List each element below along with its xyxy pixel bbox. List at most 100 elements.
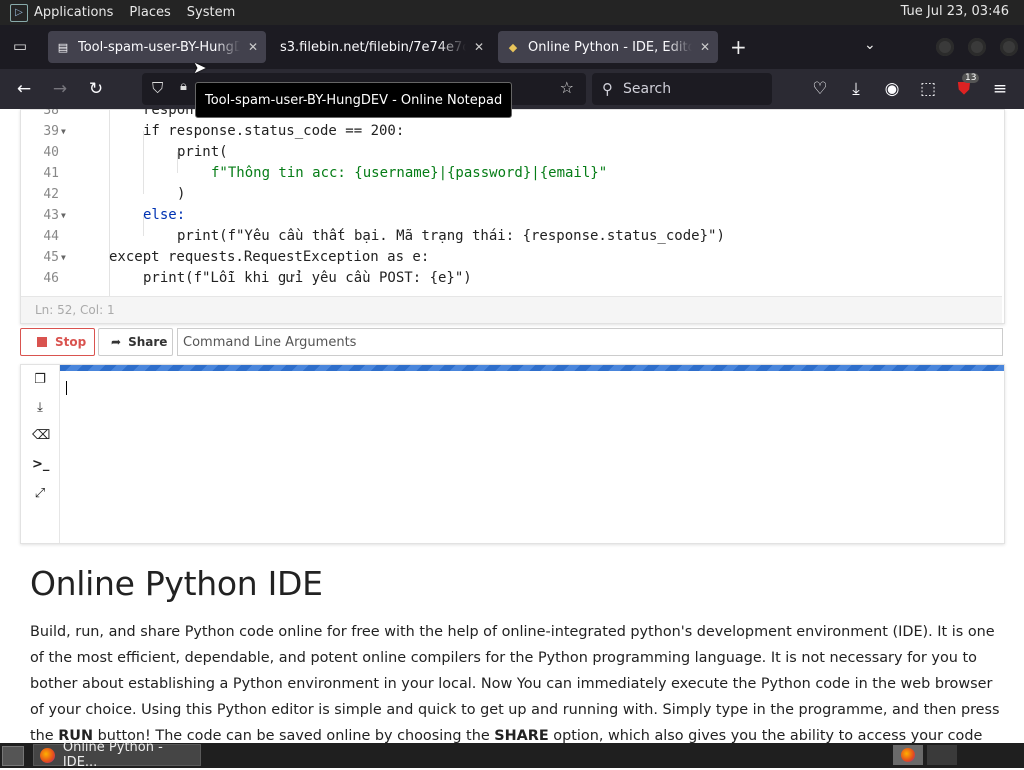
code-line: 45 ▼ except requests.RequestException as… [21,247,1001,268]
article-section: Online Python IDE Build, run, and share … [30,564,1000,743]
tab-online-python[interactable]: ◆ Online Python - IDE, Editor, Compiler … [498,31,718,63]
share-arrow-icon: ➦ [111,335,122,349]
tab-close-icon[interactable]: ✕ [474,40,484,54]
search-icon: ⚲ [602,80,613,98]
show-desktop-icon[interactable] [2,746,24,766]
terminal-icon[interactable]: >_ [32,457,49,473]
editor-status-line: Ln: 52, Col: 1 [21,296,1002,323]
running-progress-bar [60,365,1004,371]
command-line-arguments-input[interactable] [177,328,1003,356]
extension-badge: 13 [962,73,980,83]
back-arrow-icon[interactable]: ← [13,79,35,101]
code-line: 43 ▼ else: [21,205,1001,226]
code-line: 42 ) [21,184,1001,205]
tab-filebin[interactable]: s3.filebin.net/filebin/7e74e7c0d ✕ [272,31,492,63]
lock-icon[interactable]: 🔒︎ [180,79,187,94]
python-ide-icon: ◆ [508,40,518,54]
new-tab-plus-icon[interactable]: + [730,35,747,59]
code-text: print(f"Lỗi khi gửi yêu cầu POST: {e}") [143,270,472,286]
expand-icon[interactable]: ⤢ [32,486,48,502]
code-text: else: [143,207,186,223]
account-icon[interactable]: ◉ [881,79,903,101]
line-number: 43 [43,208,59,223]
tab-tooltip: Tool-spam-user-BY-HungDEV - Online Notep… [195,82,513,118]
line-number: 45 [43,250,59,265]
shield-icon[interactable]: ⛉ [152,79,163,97]
copy-icon[interactable]: ❐ [32,372,48,388]
mouse-cursor-icon: ➤ [193,58,207,77]
notepad-icon: ▤ [57,40,69,54]
console-text-cursor [66,381,67,395]
line-number: 44 [43,229,59,244]
code-line: 44 print(f"Yêu cầu thất bại. Mã trạng th… [21,226,1001,247]
stop-button[interactable]: Stop [20,328,95,356]
window-maximize-button[interactable] [968,38,986,56]
list-all-tabs-chevron-icon[interactable]: ⌄ [864,37,876,53]
stop-square-icon [37,337,47,347]
line-number: 46 [43,271,59,286]
firefox-icon [40,747,55,763]
fold-arrow-icon[interactable]: ▼ [61,247,66,268]
fold-arrow-icon[interactable]: ▼ [61,121,66,142]
line-number: 41 [43,166,59,181]
reload-icon[interactable]: ↻ [85,79,107,101]
code-line: 39 ▼ if response.status_code == 200: [21,121,1001,142]
code-text: if response.status_code == 200: [143,123,405,139]
tab-close-icon[interactable]: ✕ [700,40,710,54]
code-text: print(f"Yêu cầu thất bại. Mã trạng thái:… [177,228,725,244]
line-number: 38 [43,109,59,118]
run-toolbar: Stop ➦ Share [20,328,1004,358]
page-title: Online Python IDE [30,564,323,603]
share-keyword: SHARE [494,728,549,743]
tab-close-icon[interactable]: ✕ [248,40,258,54]
code-text: ) [177,186,186,202]
code-line: 46 print(f"Lỗi khi gửi yêu cầu POST: {e}… [21,268,1001,289]
line-number: 39 [43,124,59,139]
menu-places[interactable]: Places [129,5,170,20]
line-number: 40 [43,145,59,160]
stop-label: Stop [55,335,87,349]
panel-clock[interactable]: Tue Jul 23, 03:46 [901,4,1009,19]
output-console[interactable]: ❐ ⤓ ⌫ >_ ⤢ [20,364,1005,544]
window-close-button[interactable] [1000,38,1018,56]
code-editor[interactable]: 38 response 39 ▼ if response.status_code… [20,109,1005,324]
system-top-panel: ▷ Applications Places System Tue Jul 23,… [0,0,1024,25]
applications-logo-icon[interactable]: ▷ [10,3,28,22]
download-icon[interactable]: ⤓ [32,400,48,416]
downloads-icon[interactable]: ⤓ [845,79,867,101]
workspace-switcher-firefox-icon[interactable] [893,745,923,765]
tab-notepad[interactable]: ▤ Tool-spam-user-BY-HungDEV - Online Not… [48,31,266,63]
code-text: except requests.RequestException as e: [109,249,430,265]
bottom-taskbar: Online Python - IDE... [0,740,1024,770]
tab-title: Tool-spam-user-BY-HungDEV - Online Notep… [78,39,240,55]
code-text: f"Thông tin acc: {username}|{password}|{… [211,165,608,181]
window-minimize-button[interactable] [936,38,954,56]
eraser-icon[interactable]: ⌫ [32,428,50,444]
share-label: Share [128,335,168,349]
search-placeholder: Search [623,81,672,97]
menu-system[interactable]: System [187,5,235,20]
extensions-puzzle-icon[interactable]: ⬚ [917,79,939,101]
tab-list-icon[interactable]: ▭ [10,37,30,57]
pocket-icon[interactable]: ♡ [809,79,831,101]
taskbar-window-button[interactable]: Online Python - IDE... [33,740,201,770]
workspace-switcher-empty[interactable] [927,745,957,765]
bookmark-star-icon[interactable]: ☆ [560,78,574,97]
console-sidebar: ❐ ⤓ ⌫ >_ ⤢ [21,365,60,543]
article-paragraph: Build, run, and share Python code online… [30,619,1000,743]
browser-tab-strip: ▭ ▤ Tool-spam-user-BY-HungDEV - Online N… [0,25,1024,69]
tab-title: Online Python - IDE, Editor, Compiler [528,39,692,55]
paragraph-text: Build, run, and share Python code online… [30,624,1000,743]
taskbar-window-title: Online Python - IDE... [62,740,163,770]
fold-arrow-icon[interactable]: ▼ [61,205,66,226]
page-content: 38 response 39 ▼ if response.status_code… [0,109,1024,743]
code-line: 40 print( [21,142,1001,163]
forward-arrow-icon[interactable]: → [49,79,71,101]
menu-applications[interactable]: Applications [34,5,113,20]
hamburger-menu-icon[interactable]: ≡ [989,79,1011,101]
code-text: print( [177,144,228,160]
line-number: 42 [43,187,59,202]
search-bar[interactable]: ⚲ Search [592,73,772,105]
share-button[interactable]: ➦ Share [98,328,173,356]
code-line: 41 f"Thông tin acc: {username}|{password… [21,163,1001,184]
